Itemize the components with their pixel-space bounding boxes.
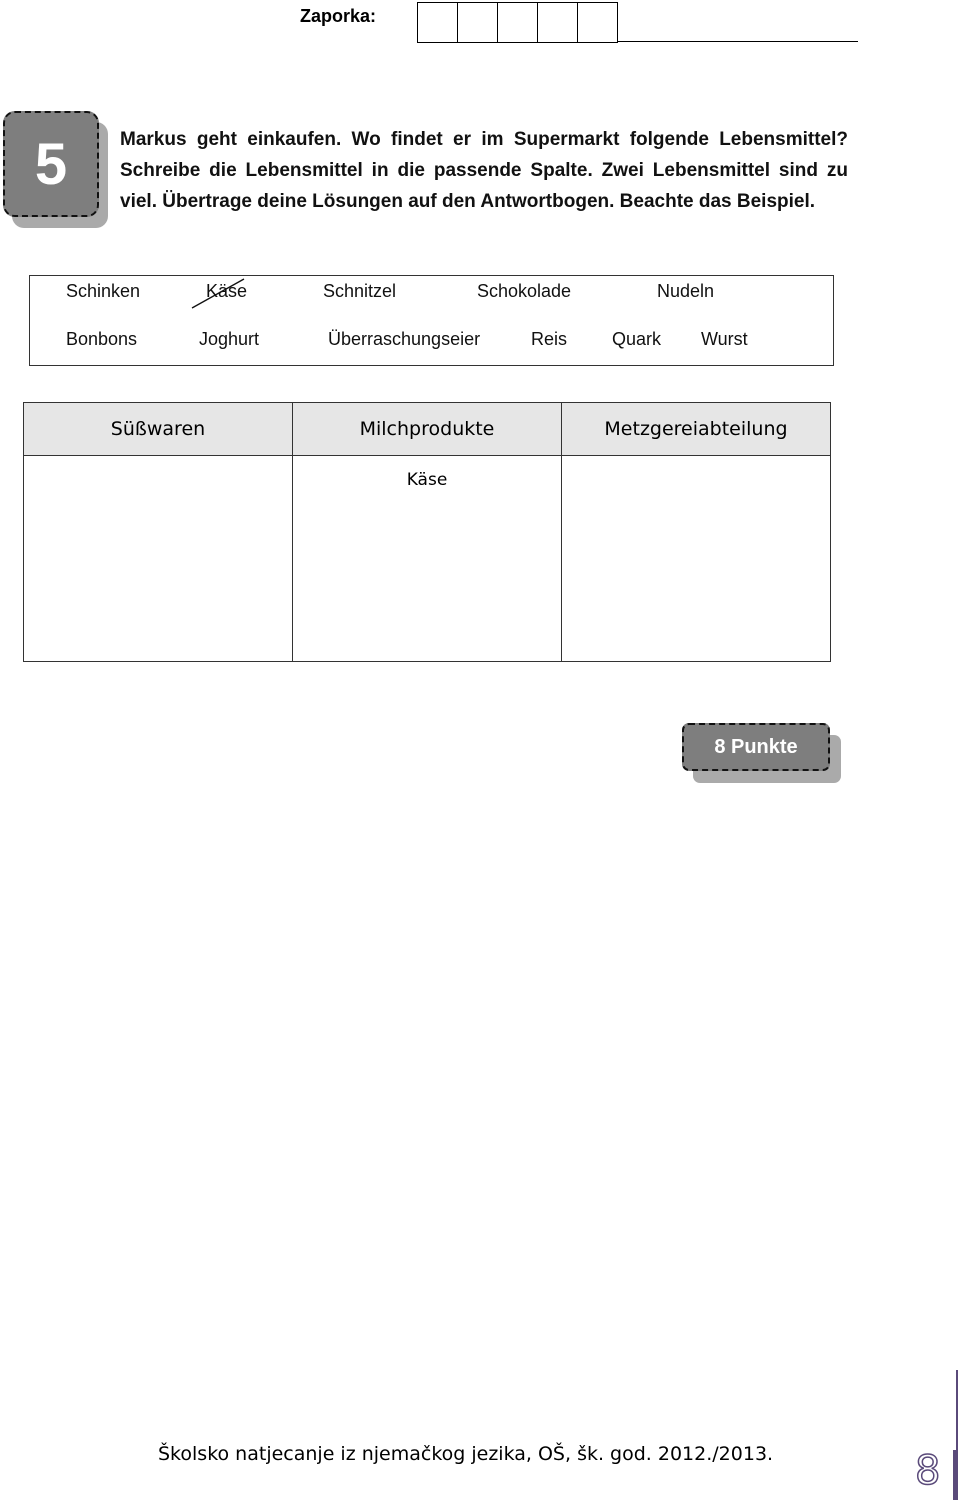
points-badge: 8 Punkte xyxy=(682,723,830,771)
answer-cell-suesswaren[interactable] xyxy=(23,455,293,662)
task-number-badge: 5 xyxy=(3,111,99,217)
page-edge-line xyxy=(956,1370,958,1450)
strike-line xyxy=(191,278,245,309)
column-header-metzgereiabteilung: Metzgereiabteilung xyxy=(561,402,831,456)
password-line xyxy=(617,41,858,42)
word-bank: Schinken Käse Schnitzel Schokolade Nudel… xyxy=(29,275,834,366)
answer-cell-metzgereiabteilung[interactable] xyxy=(561,455,831,662)
word: Schinken xyxy=(66,281,141,301)
page-number: 8 xyxy=(914,1447,941,1495)
task-instructions: Markus geht einkaufen. Wo findet er im S… xyxy=(120,129,848,212)
word: Überraschungseier xyxy=(328,329,481,349)
column-header-milchprodukte: Milchprodukte xyxy=(292,402,562,456)
word: Schnitzel xyxy=(323,281,397,301)
word: Quark xyxy=(612,329,662,349)
column-header-suesswaren: Süßwaren xyxy=(23,402,293,456)
word: Schokolade xyxy=(477,281,572,301)
word: Nudeln xyxy=(657,281,715,301)
word: Bonbons xyxy=(66,329,138,349)
answer-cell-milchprodukte[interactable]: Käse xyxy=(292,455,562,662)
word: Wurst xyxy=(701,329,748,349)
footer-text: Školsko natjecanje iz njemačkog jezika, … xyxy=(158,1443,774,1465)
word: Joghurt xyxy=(199,329,260,349)
answer-table: Süßwaren Milchprodukte Metzgereiabteilun… xyxy=(23,402,831,662)
password-label: Zaporka: xyxy=(300,6,377,26)
password-boxes[interactable] xyxy=(417,2,618,43)
page-edge-bar xyxy=(953,1450,958,1500)
word: Reis xyxy=(531,329,568,349)
